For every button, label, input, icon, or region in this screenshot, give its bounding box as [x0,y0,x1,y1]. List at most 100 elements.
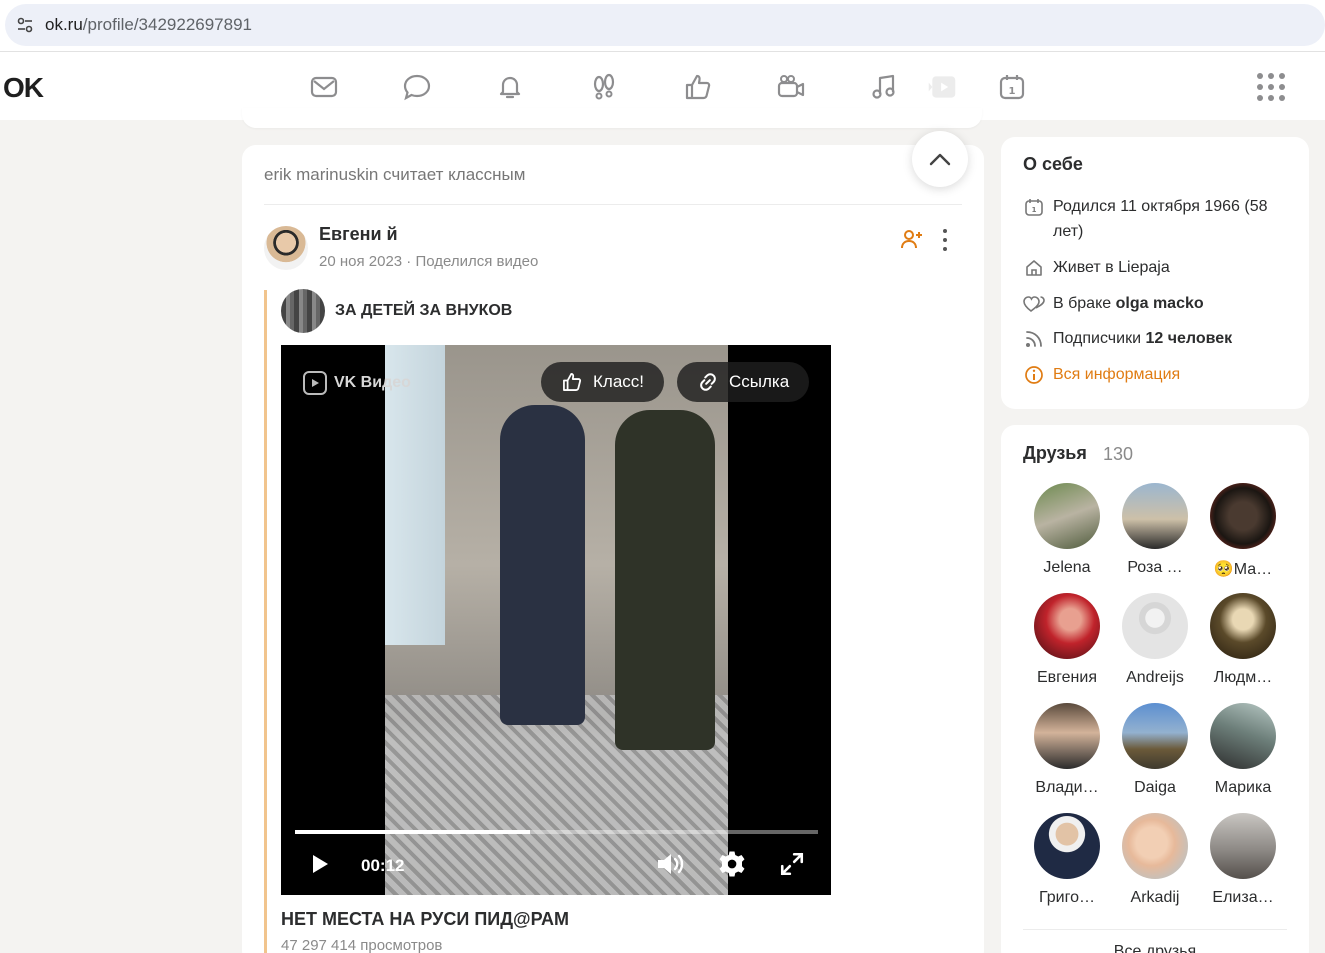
about-marriage-prefix: В браке [1053,295,1116,312]
video-icon[interactable] [774,70,808,104]
friend-name: Роза … [1127,559,1183,576]
chevron-up-icon [929,153,951,166]
friend-item[interactable]: Григо… [1023,813,1111,907]
video-title[interactable]: НЕТ МЕСТА НА РУСИ ПИД@РАМ [281,909,569,930]
rss-icon [1023,326,1045,351]
friend-item[interactable]: Евгения [1023,593,1111,687]
more-options-icon[interactable] [938,227,952,253]
about-section: О себе 1 Родился 11 октября 1966 (58 лет… [1001,137,1309,409]
divider [1023,929,1287,930]
calendar-icon: 1 [1023,194,1045,244]
friend-name: 🥺Ма… [1213,561,1273,578]
friend-avatar [1210,703,1276,769]
video-progress-bar[interactable] [295,830,818,834]
all-info-link[interactable]: Вся информация [1023,362,1293,387]
friend-item[interactable]: Jelena [1023,483,1111,577]
friend-avatar [1210,593,1276,659]
friend-item[interactable]: Daiga [1111,703,1199,797]
feed-card: erik marinuskin считает классным Евгени … [242,145,984,953]
about-marriage: В браке olga macko [1023,291,1293,316]
about-city: Живет в Liepaja [1023,255,1293,280]
browser-toolbar: ok.ru/profile/342922697891 [0,0,1325,52]
friend-avatar [1122,593,1188,659]
divider [264,204,962,205]
music-icon[interactable] [867,70,901,104]
friend-item[interactable]: Arkadij [1111,813,1199,907]
friend-name: Елиза… [1212,889,1274,906]
author-avatar[interactable] [264,226,308,270]
ok-logo[interactable]: OK [3,72,44,104]
home-icon [1023,255,1045,280]
like-label: Класс! [593,372,644,391]
link-icon [700,373,716,391]
svg-text:1: 1 [1009,86,1016,97]
friends-title[interactable]: Друзья [1023,443,1087,464]
video-link-button[interactable]: Ссылка [677,362,810,402]
video-frame [385,345,728,895]
friend-item[interactable]: Марика [1199,703,1287,797]
friend-avatar [1034,593,1100,659]
address-bar[interactable]: ok.ru/profile/342922697891 [5,4,1325,46]
video-progress-fill [295,830,531,834]
play-icon[interactable] [309,847,331,881]
group-avatar[interactable] [281,289,325,333]
likes-icon[interactable] [681,70,715,104]
repost-indicator [264,290,267,953]
friend-avatar [1034,483,1100,549]
guests-icon[interactable] [587,70,621,104]
all-friends-link[interactable]: Все друзья [1001,943,1309,953]
about-city-prefix: Живет в [1053,259,1119,276]
friend-name: Марика [1214,779,1272,796]
video-views: 47 297 414 просмотров [281,937,443,953]
add-friend-icon[interactable] [900,227,924,251]
video-player[interactable]: VK Видео Класс! Ссылка 00:12 [281,345,831,895]
friend-item[interactable]: Людм… [1199,593,1287,687]
friend-avatar [1210,813,1276,879]
about-city-link[interactable]: Liepaja [1118,259,1170,276]
about-birthday: 1 Родился 11 октября 1966 (58 лет) [1023,194,1293,244]
friend-name: Andreijs [1126,669,1184,686]
friend-avatar [1122,703,1188,769]
friend-avatar [1034,813,1100,879]
info-icon [1023,362,1045,387]
site-settings-icon[interactable] [5,16,45,34]
vk-play-icon [303,371,327,395]
link-label: Ссылка [729,372,790,391]
friend-item[interactable]: 🥺Ма… [1199,483,1287,579]
previous-feed-card [242,108,982,128]
notifications-icon[interactable] [493,70,527,104]
friends-count: 130 [1103,444,1134,464]
discussions-icon[interactable] [400,70,434,104]
about-title: О себе [1023,154,1083,174]
url-text: ok.ru/profile/342922697891 [45,15,252,34]
subscribers-link[interactable]: 12 человек [1145,330,1232,347]
friend-name: Евгения [1037,669,1097,686]
liked-by-text: erik marinuskin считает классным [264,165,526,184]
spouse-link[interactable]: olga macko [1116,295,1204,312]
scroll-up-button[interactable] [912,131,968,187]
fullscreen-icon[interactable] [779,847,805,881]
video-time: 00:12 [361,856,405,875]
messages-icon[interactable] [307,70,341,104]
volume-icon[interactable] [655,847,687,881]
author-name[interactable]: Евгени й [319,224,398,245]
friend-name: Daiga [1134,779,1176,796]
friend-item[interactable]: Роза … [1111,483,1199,577]
like-icon [563,373,582,391]
svg-text:1: 1 [1032,206,1037,214]
friend-avatar [1122,483,1188,549]
all-info-label: Вся информация [1053,366,1181,383]
friend-item[interactable]: Влади… [1023,703,1111,797]
friend-name: Jelena [1043,559,1091,576]
friend-item[interactable]: Елиза… [1199,813,1287,907]
video-like-button[interactable]: Класс! [541,362,664,402]
video-showcase-icon[interactable] [925,70,959,104]
group-name[interactable]: ЗА ДЕТЕЙ ЗА ВНУКОВ [335,302,512,320]
apps-grid-icon[interactable] [1256,72,1286,102]
calendar-icon[interactable]: 1 [995,70,1029,104]
about-subscribers-prefix: Подписчики [1053,330,1146,347]
friend-name: Arkadij [1130,889,1180,906]
friend-name: Людм… [1213,669,1273,686]
settings-gear-icon[interactable] [717,847,747,881]
friend-item[interactable]: Andreijs [1111,593,1199,687]
